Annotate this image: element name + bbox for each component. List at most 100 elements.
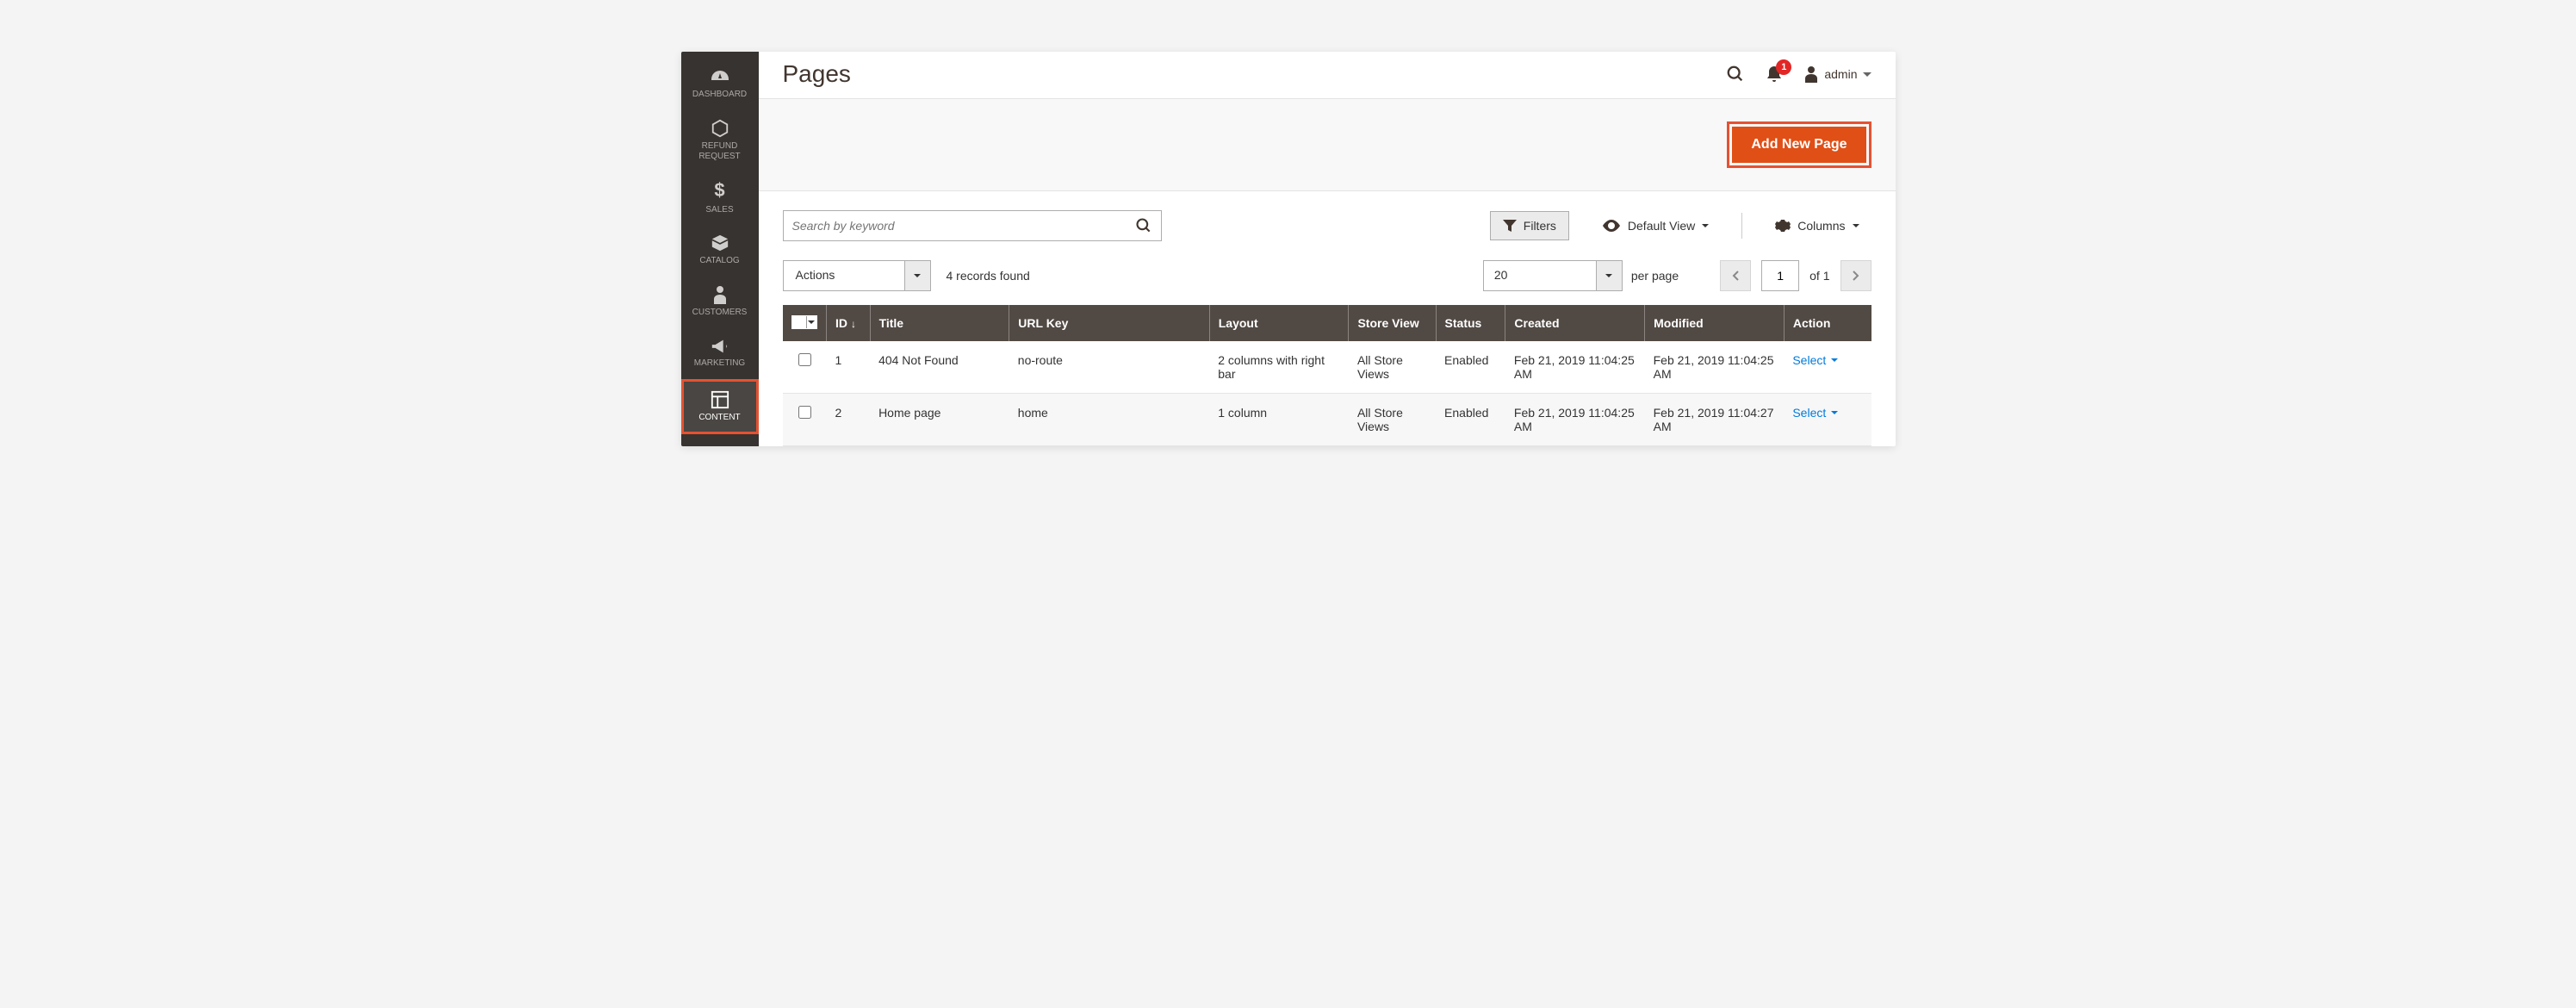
actions-select[interactable]: Actions (783, 260, 931, 291)
default-view-button[interactable]: Default View (1590, 212, 1721, 240)
chevron-down-icon (808, 320, 815, 324)
box-icon (711, 233, 729, 252)
cell-storeview: All Store Views (1349, 394, 1436, 446)
actions-label: Actions (784, 261, 904, 290)
table-row: 1 404 Not Found no-route 2 columns with … (783, 341, 1871, 394)
gauge-icon (710, 69, 730, 86)
records-found-text: 4 records found (947, 269, 1030, 283)
cell-layout: 1 column (1209, 394, 1349, 446)
notification-badge: 1 (1776, 59, 1791, 75)
cell-modified: Feb 21, 2019 11:04:25 AM (1645, 341, 1785, 394)
row-checkbox[interactable] (798, 353, 811, 366)
search-input[interactable] (792, 219, 1135, 233)
filters-button[interactable]: Filters (1490, 211, 1569, 240)
cell-urlkey: no-route (1009, 341, 1209, 394)
user-menu[interactable]: admin (1803, 65, 1871, 83)
per-page-select[interactable]: 20 (1483, 260, 1623, 291)
app-window: DASHBOARD REFUND REQUEST $ SALES CATALOG… (681, 52, 1896, 446)
chevron-down-icon (1702, 224, 1709, 227)
user-label: admin (1824, 67, 1857, 81)
layout-icon (711, 390, 729, 409)
th-action: Action (1784, 305, 1871, 341)
chevron-down-icon (914, 274, 921, 277)
megaphone-icon (711, 338, 729, 355)
per-page-caret[interactable] (1596, 261, 1622, 290)
cell-title: 404 Not Found (870, 341, 1009, 394)
cell-id: 1 (827, 341, 871, 394)
th-title[interactable]: Title (870, 305, 1009, 341)
search-box[interactable] (783, 210, 1162, 241)
search-icon[interactable] (1135, 217, 1152, 234)
th-urlkey[interactable]: URL Key (1009, 305, 1209, 341)
columns-label: Columns (1797, 219, 1845, 233)
sidebar-item-label: REFUND REQUEST (685, 141, 755, 162)
filters-label: Filters (1524, 219, 1556, 233)
main: Pages 1 admin Add New Page (759, 52, 1896, 446)
actions-caret[interactable] (904, 261, 930, 290)
chevron-down-icon (1863, 72, 1871, 77)
user-icon (1803, 65, 1819, 83)
person-icon (712, 285, 728, 304)
sort-arrow-icon: ↓ (851, 318, 856, 330)
cell-title: Home page (870, 394, 1009, 446)
sidebar-item-content[interactable]: CONTENT (681, 379, 759, 434)
row-select-action[interactable]: Select (1792, 353, 1838, 367)
pages-table: ID↓ Title URL Key Layout Store View Stat… (783, 305, 1871, 446)
dollar-icon: $ (714, 179, 724, 202)
cell-storeview: All Store Views (1349, 341, 1436, 394)
select-all-dropdown[interactable] (806, 316, 816, 328)
select-all-checkbox[interactable] (792, 316, 804, 328)
pager-prev-button[interactable] (1720, 260, 1751, 291)
pager-next-button[interactable] (1840, 260, 1871, 291)
cell-created: Feb 21, 2019 11:04:25 AM (1505, 341, 1645, 394)
th-checkbox[interactable] (783, 305, 827, 341)
chevron-down-icon (1605, 274, 1612, 277)
sidebar-item-label: MARKETING (694, 358, 745, 369)
sidebar-item-label: SALES (705, 205, 733, 215)
sidebar-item-label: CATALOG (699, 256, 739, 266)
toolbar: Filters Default View Columns (759, 191, 1896, 253)
sidebar-item-label: CONTENT (698, 413, 740, 423)
sidebar-item-refund[interactable]: REFUND REQUEST (681, 110, 759, 171)
sidebar-item-customers[interactable]: CUSTOMERS (681, 276, 759, 327)
funnel-icon (1503, 220, 1517, 232)
th-layout[interactable]: Layout (1209, 305, 1349, 341)
cell-id: 2 (827, 394, 871, 446)
sidebar-item-label: DASHBOARD (692, 90, 747, 100)
page-title: Pages (783, 60, 1727, 88)
per-page-value: 20 (1484, 261, 1596, 290)
per-page-control: 20 per page (1483, 260, 1679, 291)
row-checkbox[interactable] (798, 406, 811, 419)
pager: of 1 (1720, 260, 1871, 291)
chevron-down-icon (1853, 224, 1859, 227)
chevron-down-icon (1831, 411, 1838, 414)
eye-icon (1602, 220, 1621, 232)
th-status[interactable]: Status (1436, 305, 1505, 341)
header-icons: 1 admin (1726, 65, 1871, 84)
default-view-label: Default View (1628, 219, 1695, 233)
th-created[interactable]: Created (1505, 305, 1645, 341)
sidebar-item-catalog[interactable]: CATALOG (681, 224, 759, 276)
cell-status: Enabled (1436, 394, 1505, 446)
header: Pages 1 admin (759, 52, 1896, 99)
cell-modified: Feb 21, 2019 11:04:27 AM (1645, 394, 1785, 446)
hexagon-icon (711, 119, 729, 138)
search-icon-button[interactable] (1726, 65, 1745, 84)
sidebar-item-sales[interactable]: $ SALES (681, 171, 759, 224)
notifications-icon-button[interactable]: 1 (1766, 65, 1783, 84)
row-select-action[interactable]: Select (1792, 406, 1838, 420)
pager-page-input[interactable] (1761, 260, 1799, 291)
columns-button[interactable]: Columns (1763, 211, 1871, 240)
action-bar: Add New Page (759, 99, 1896, 191)
per-page-label: per page (1631, 269, 1679, 283)
th-storeview[interactable]: Store View (1349, 305, 1436, 341)
sidebar-item-marketing[interactable]: MARKETING (681, 327, 759, 379)
th-id[interactable]: ID↓ (827, 305, 871, 341)
add-new-page-button[interactable]: Add New Page (1732, 127, 1865, 163)
table-row: 2 Home page home 1 column All Store View… (783, 394, 1871, 446)
table-header-row: ID↓ Title URL Key Layout Store View Stat… (783, 305, 1871, 341)
sidebar-item-dashboard[interactable]: DASHBOARD (681, 59, 759, 110)
chevron-down-icon (1831, 358, 1838, 362)
th-modified[interactable]: Modified (1645, 305, 1785, 341)
cell-created: Feb 21, 2019 11:04:25 AM (1505, 394, 1645, 446)
